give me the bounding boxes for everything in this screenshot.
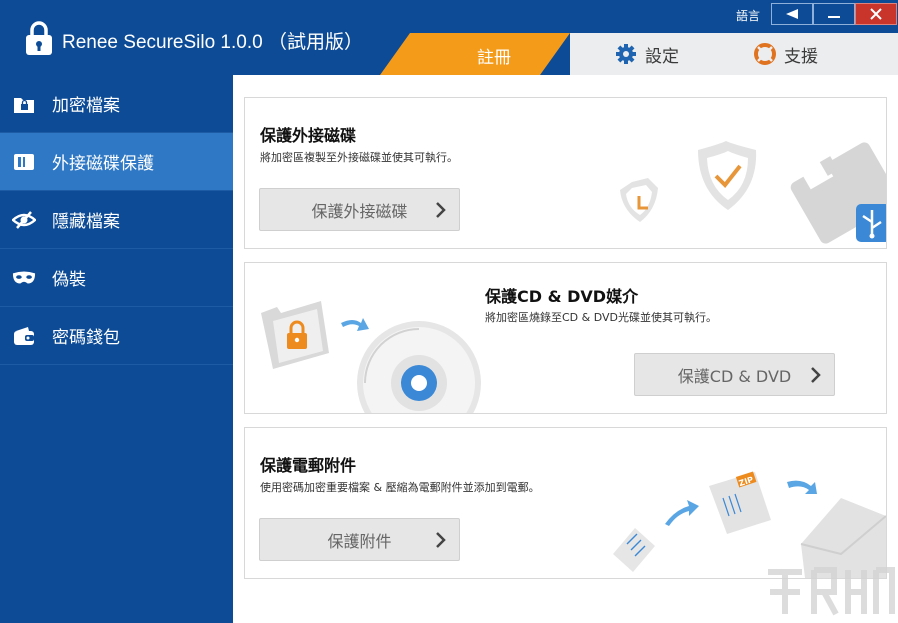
chevron-right-icon <box>436 202 446 218</box>
sidebar-item-label: 外接磁碟保護 <box>52 154 154 174</box>
sidebar-item-password-wallet[interactable]: 密碼錢包 <box>0 307 233 365</box>
locked-folder-icon <box>261 301 329 369</box>
sidebar-item-external-drive[interactable]: 外接磁碟保護 <box>0 133 233 191</box>
folder-lock-icon <box>12 92 36 116</box>
app-lock-icon <box>26 21 52 55</box>
arrow-right-icon <box>341 318 369 331</box>
card-external-drive: 保護外接磁碟 將加密區複製至外接磁碟並使其可執行。 保護外接磁碟 <box>244 97 887 249</box>
sidebar-item-hide-files[interactable]: 隱藏檔案 <box>0 191 233 249</box>
card-title: 保護電郵附件 <box>260 456 357 475</box>
mask-icon <box>12 266 36 290</box>
lifebuoy-icon <box>754 43 776 65</box>
tab-support[interactable]: 支援 <box>754 33 818 75</box>
email-attachment-illustration: ZIP <box>613 471 886 578</box>
card-cd-dvd: 保護CD & DVD媒介 將加密區燒錄至CD & DVD光碟並使其可執行。 保護… <box>244 262 887 414</box>
usb-symbol-icon <box>856 204 886 242</box>
sidebar-item-label: 加密檔案 <box>52 96 120 116</box>
card-email-attachment: 保護電郵附件 使用密碼加密重要檔案 & 壓縮為電郵附件並添加到電郵。 保護附件 … <box>244 427 887 579</box>
button-label: 保護附件 <box>327 531 392 551</box>
card-description: 使用密碼加密重要檔案 & 壓縮為電郵附件並添加到電郵。 <box>260 481 540 494</box>
button-label: 保護CD & DVD <box>677 366 792 386</box>
minimize-button[interactable] <box>813 3 855 25</box>
tab-support-label: 支援 <box>784 46 818 67</box>
button-label: 保護外接磁碟 <box>311 201 408 221</box>
protect-external-drive-button[interactable]: 保護外接磁碟 <box>259 188 460 231</box>
sidebar-item-label: 隱藏檔案 <box>52 212 120 232</box>
external-drive-illustration <box>620 141 886 244</box>
language-button[interactable]: 語言 <box>736 7 760 24</box>
tab-settings-label: 設定 <box>645 46 679 67</box>
sidebar-item-encrypt-files[interactable]: 加密檔案 <box>0 75 233 133</box>
app-title: Renee SecureSilo 1.0.0 （試用版） <box>62 32 363 53</box>
tab-register[interactable]: 註冊 <box>380 33 570 75</box>
close-icon <box>870 8 882 20</box>
chevron-right-icon <box>436 532 446 548</box>
triangle-left-icon <box>786 9 798 19</box>
arrow-right-icon <box>665 500 699 526</box>
external-drive-icon <box>12 150 36 174</box>
sidebar-item-label: 偽裝 <box>52 270 86 290</box>
close-button[interactable] <box>855 3 897 25</box>
cd-dvd-illustration <box>261 301 481 413</box>
tab-settings[interactable]: 設定 <box>615 33 679 75</box>
protect-attachment-button[interactable]: 保護附件 <box>259 518 460 561</box>
card-title: 保護CD & DVD媒介 <box>485 287 639 306</box>
card-description: 將加密區燒錄至CD & DVD光碟並使其可執行。 <box>485 311 717 324</box>
document-icon <box>613 528 655 572</box>
small-shield-icon <box>620 178 658 222</box>
card-title: 保護外接磁碟 <box>260 126 357 145</box>
gear-icon <box>616 44 636 64</box>
feedback-button[interactable] <box>771 3 813 25</box>
zip-file-icon: ZIP <box>709 471 771 534</box>
arrow-down-right-icon <box>787 480 817 494</box>
shield-check-icon <box>698 141 757 210</box>
watermark-logo <box>768 567 895 616</box>
minimize-icon <box>828 16 840 18</box>
card-description: 將加密區複製至外接磁碟並使其可執行。 <box>260 151 458 164</box>
sidebar: 加密檔案 外接磁碟保護 隱藏檔案 偽裝 密碼錢包 <box>0 75 233 623</box>
wallet-icon <box>12 324 36 348</box>
disc-icon <box>357 321 481 413</box>
main-panel: 保護外接磁碟 將加密區複製至外接磁碟並使其可執行。 保護外接磁碟 保護CD & … <box>233 75 898 623</box>
sidebar-item-disguise[interactable]: 偽裝 <box>0 249 233 307</box>
sidebar-item-label: 密碼錢包 <box>52 328 120 348</box>
eye-slash-icon <box>12 208 36 232</box>
chevron-right-icon <box>811 367 821 383</box>
protect-cd-dvd-button[interactable]: 保護CD & DVD <box>634 353 835 396</box>
